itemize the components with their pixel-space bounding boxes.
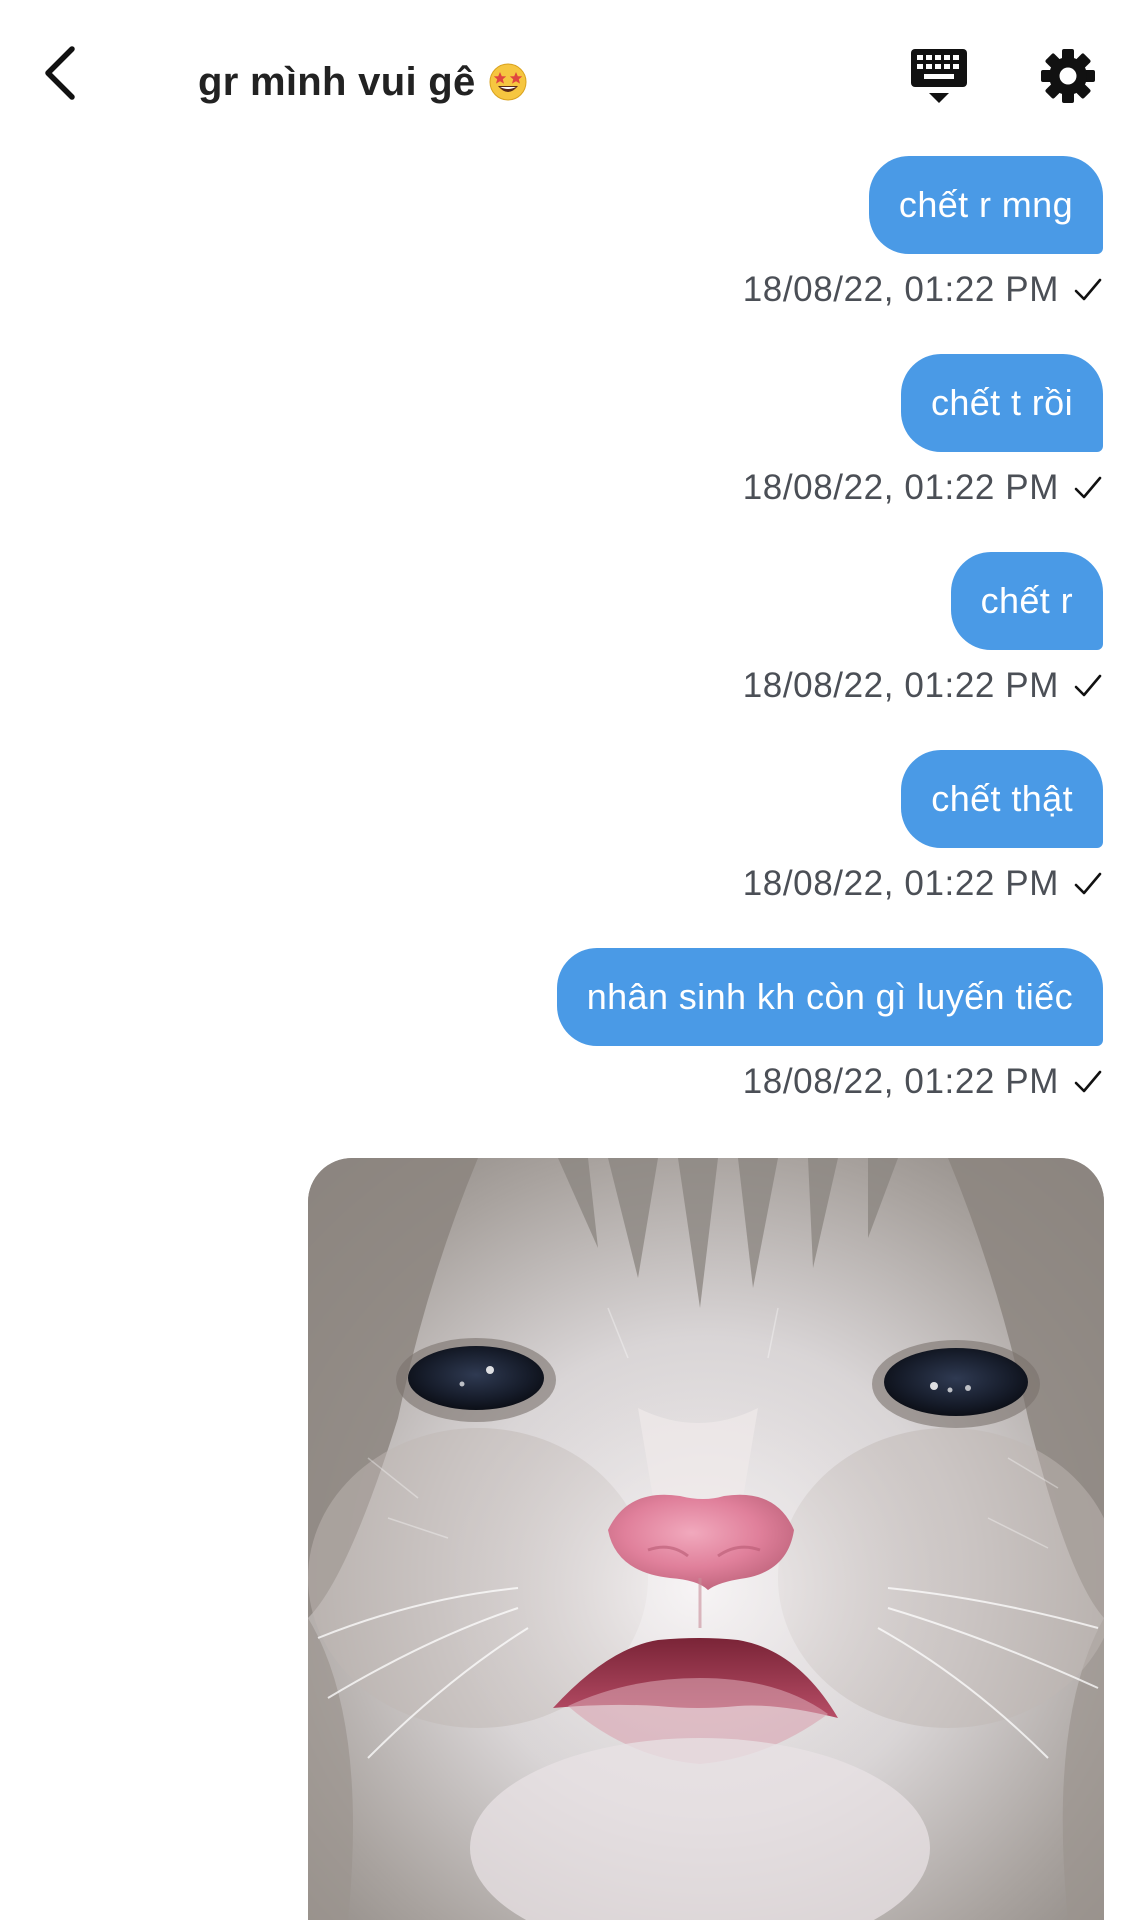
- message-meta: 18/08/22, 01:22 PM: [743, 1058, 1103, 1106]
- message-timestamp: 18/08/22, 01:22 PM: [742, 468, 1059, 507]
- chat-title-wrap: gr mình vui gê: [198, 52, 528, 112]
- message-item: chết r 18/08/22, 01:22 PM: [743, 552, 1103, 710]
- keyboard-icon: [911, 49, 967, 103]
- message-meta: 18/08/22, 01:22 PM: [743, 266, 1103, 314]
- check-icon: [1074, 476, 1102, 499]
- back-button[interactable]: [30, 38, 90, 108]
- message-bubble[interactable]: chết thật: [901, 750, 1103, 848]
- chat-header: gr mình vui gê: [0, 0, 1138, 150]
- message-meta: 18/08/22, 01:22 PM: [743, 860, 1103, 908]
- crying-kitten-photo: [308, 1158, 1104, 1920]
- check-icon: [1074, 1070, 1102, 1093]
- star-struck-emoji-icon: [489, 63, 527, 101]
- message-meta: 18/08/22, 01:22 PM: [743, 464, 1103, 512]
- message-bubble[interactable]: chết t rồi: [900, 354, 1103, 452]
- settings-button[interactable]: [1036, 44, 1100, 108]
- chat-title: gr mình vui gê: [198, 59, 476, 104]
- message-item: nhân sinh kh còn gì luyến tiếc 18/08/22,…: [556, 948, 1103, 1106]
- chevron-left-icon: [45, 46, 75, 100]
- message-bubble[interactable]: nhân sinh kh còn gì luyến tiếc: [556, 948, 1103, 1046]
- keyboard-button[interactable]: [906, 44, 972, 110]
- message-bubble[interactable]: chết r mng: [868, 156, 1103, 254]
- message-item: chết t rồi 18/08/22, 01:22 PM: [743, 354, 1103, 512]
- check-icon: [1074, 674, 1102, 697]
- message-item: chết thật 18/08/22, 01:22 PM: [743, 750, 1103, 908]
- message-item: chết r mng 18/08/22, 01:22 PM: [743, 156, 1103, 314]
- check-icon: [1074, 278, 1102, 301]
- check-icon: [1074, 872, 1102, 895]
- message-timestamp: 18/08/22, 01:22 PM: [742, 864, 1059, 903]
- image-message[interactable]: [308, 1158, 1104, 1920]
- message-bubble[interactable]: chết r: [950, 552, 1103, 650]
- message-timestamp: 18/08/22, 01:22 PM: [742, 666, 1059, 705]
- message-meta: 18/08/22, 01:22 PM: [743, 662, 1103, 710]
- message-timestamp: 18/08/22, 01:22 PM: [742, 270, 1059, 309]
- message-timestamp: 18/08/22, 01:22 PM: [742, 1062, 1059, 1101]
- gear-icon: [1041, 49, 1095, 103]
